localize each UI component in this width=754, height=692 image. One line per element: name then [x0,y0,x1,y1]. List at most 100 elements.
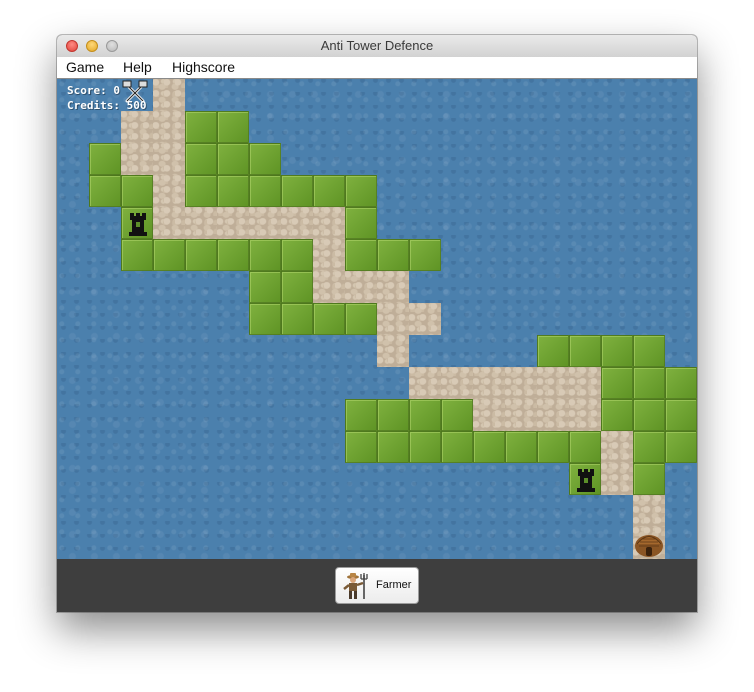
grass-tile [249,303,281,335]
road-tile [153,111,185,143]
road-tile [153,79,185,111]
grass-tile [121,239,153,271]
grass-tile [409,239,441,271]
grass-tile [601,399,633,431]
farmer-label: Farmer [376,579,412,591]
grass-tile [633,399,665,431]
grass-tile [345,175,377,207]
road-tile [185,207,217,239]
road-tile [473,399,505,431]
grass-tile [473,431,505,463]
tower-icon [129,213,147,236]
grass-tile [185,143,217,175]
road-tile [601,463,633,495]
grass-tile [313,175,345,207]
road-tile [217,207,249,239]
road-tile [377,303,409,335]
road-tile [537,399,569,431]
grass-tile [665,367,697,399]
grass-tile [601,367,633,399]
grass-tile [665,431,697,463]
grass-tile [217,111,249,143]
unit-toolbar: Farmer [57,559,697,612]
grass-tile [249,175,281,207]
grass-tile [633,463,665,495]
road-tile [377,335,409,367]
road-tile [153,143,185,175]
road-tile [249,207,281,239]
goal-tile [633,527,665,559]
grass-tile [121,175,153,207]
road-tile [505,399,537,431]
grass-tile [185,175,217,207]
grass-tile [185,111,217,143]
grass-tile [409,399,441,431]
road-tile [633,495,665,527]
grass-tile [569,335,601,367]
grass-tile [441,431,473,463]
app-window: Anti Tower Defence Game Help Highscore S… [57,35,697,612]
grass-tile [345,207,377,239]
grass-tile [217,175,249,207]
grass-tile [441,399,473,431]
menu-highscore[interactable]: Highscore [172,59,235,75]
grass-tile [281,239,313,271]
road-tile [121,111,153,143]
road-tile [313,271,345,303]
road-tile [569,367,601,399]
grass-tile [665,399,697,431]
credits-readout: Credits: 500 [67,98,146,113]
farmer-unit-button[interactable]: Farmer [335,567,419,604]
grass-tile [185,239,217,271]
road-tile [377,271,409,303]
road-tile [313,239,345,271]
grass-tile [281,303,313,335]
farmer-icon [343,573,368,599]
grass-tile [345,239,377,271]
menu-game[interactable]: Game [66,59,104,75]
grass-tile [281,271,313,303]
score-readout: Score: 0 [67,83,146,98]
grass-tile [345,303,377,335]
tower-tile [121,207,153,239]
game-board[interactable]: Score: 0 Credits: 500 [57,79,697,559]
grass-tile [345,431,377,463]
grass-tile [409,431,441,463]
hud: Score: 0 Credits: 500 [67,83,146,113]
menu-help[interactable]: Help [123,59,152,75]
road-tile [537,367,569,399]
grass-tile [377,239,409,271]
road-tile [121,143,153,175]
grass-tile [217,143,249,175]
grass-tile [537,335,569,367]
title-bar: Anti Tower Defence [57,35,697,58]
grass-tile [281,175,313,207]
grass-tile [377,431,409,463]
grass-tile [345,399,377,431]
road-tile [153,175,185,207]
road-tile [345,271,377,303]
grass-tile [633,335,665,367]
road-tile [441,367,473,399]
grass-tile [377,399,409,431]
window-title: Anti Tower Defence [320,38,434,53]
menu-bar: Game Help Highscore [57,57,697,79]
grass-tile [313,303,345,335]
road-tile [505,367,537,399]
road-tile [153,207,185,239]
road-tile [313,207,345,239]
grass-tile [601,335,633,367]
road-tile [601,431,633,463]
tower-tile [569,463,601,495]
grass-tile [249,239,281,271]
road-tile [409,303,441,335]
grass-tile [537,431,569,463]
grass-tile [217,239,249,271]
road-tile [569,399,601,431]
hut-icon [635,535,663,557]
grass-tile [505,431,537,463]
score-label: Score: [67,84,107,97]
grass-tile [89,175,121,207]
score-value: 0 [113,84,120,97]
tower-icon [577,469,595,492]
